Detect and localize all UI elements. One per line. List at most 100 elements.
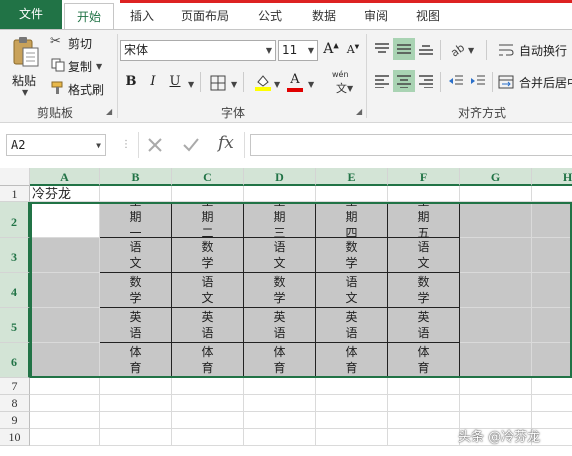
- column-header-e[interactable]: E: [316, 168, 388, 186]
- column-header-d[interactable]: D: [244, 168, 316, 186]
- table-cell[interactable]: 体育: [100, 343, 172, 378]
- grid-cell[interactable]: [460, 378, 532, 395]
- column-header-f[interactable]: F: [388, 168, 460, 186]
- grid-cell[interactable]: [30, 429, 100, 446]
- grid-cell[interactable]: [244, 412, 316, 429]
- grid-cell[interactable]: 冷芬龙: [30, 186, 100, 202]
- grid-cell[interactable]: [532, 378, 572, 395]
- grid-cell[interactable]: [532, 273, 572, 308]
- fill-color-dropdown-icon[interactable]: ▼: [274, 80, 280, 89]
- table-cell[interactable]: 英语: [244, 308, 316, 343]
- grid-cell[interactable]: [244, 395, 316, 412]
- grid-cell[interactable]: [316, 429, 388, 446]
- table-cell[interactable]: 体育: [244, 343, 316, 378]
- row-header-7[interactable]: 7: [0, 378, 30, 395]
- row-header-3[interactable]: 3: [0, 238, 30, 273]
- font-name-select[interactable]: 宋体 ▼: [120, 40, 276, 61]
- grid-cell[interactable]: [316, 395, 388, 412]
- grid-cell[interactable]: [30, 238, 100, 273]
- align-top-icon[interactable]: [374, 42, 390, 56]
- paste-dropdown-icon[interactable]: ▼: [22, 88, 28, 97]
- tab-formulas[interactable]: 公式: [252, 3, 288, 29]
- grid-cell[interactable]: [30, 395, 100, 412]
- grid-cell[interactable]: [316, 186, 388, 202]
- grid-cell[interactable]: [532, 202, 572, 238]
- grid-cell[interactable]: [532, 343, 572, 378]
- tab-file[interactable]: 文件: [0, 0, 62, 29]
- font-color-button[interactable]: A: [286, 72, 306, 92]
- table-cell[interactable]: 体育: [388, 343, 460, 378]
- font-size-select[interactable]: 11 ▼: [278, 40, 318, 61]
- column-header-g[interactable]: G: [460, 168, 532, 186]
- wrap-text-button[interactable]: 自动换行: [498, 40, 572, 60]
- row-header-9[interactable]: 9: [0, 412, 30, 429]
- orientation-icon[interactable]: ab: [448, 40, 466, 58]
- row-header-8[interactable]: 8: [0, 395, 30, 412]
- column-header-b[interactable]: B: [100, 168, 172, 186]
- grid-cell[interactable]: [532, 238, 572, 273]
- table-cell[interactable]: 数学: [244, 273, 316, 308]
- grid-cell[interactable]: [172, 412, 244, 429]
- grid-cell[interactable]: [244, 378, 316, 395]
- row-header-10[interactable]: 10: [0, 429, 30, 446]
- grid-cell[interactable]: [460, 343, 532, 378]
- decrease-indent-icon[interactable]: [448, 74, 464, 88]
- fill-color-icon[interactable]: [254, 73, 272, 91]
- grid-cell[interactable]: [316, 412, 388, 429]
- grid-cell[interactable]: [172, 378, 244, 395]
- grid-cell[interactable]: [244, 186, 316, 202]
- grid-cell[interactable]: [30, 202, 100, 238]
- worksheet-grid[interactable]: ABCDEFGH12345678910冷芬龙星期一星期二星期三星期四星期五语文数…: [0, 168, 572, 456]
- table-cell[interactable]: 星期一: [100, 202, 172, 238]
- copy-dropdown-icon[interactable]: ▼: [96, 62, 102, 71]
- table-cell[interactable]: 英语: [316, 308, 388, 343]
- format-painter-button[interactable]: 格式刷: [50, 80, 110, 98]
- grid-cell[interactable]: [172, 186, 244, 202]
- grid-cell[interactable]: [30, 273, 100, 308]
- enter-check-icon[interactable]: [182, 137, 200, 153]
- align-center-button[interactable]: [393, 70, 415, 92]
- copy-button[interactable]: 复制 ▼: [50, 57, 110, 75]
- name-box[interactable]: A2 ▼: [6, 134, 106, 156]
- table-cell[interactable]: 数学: [172, 238, 244, 273]
- borders-icon[interactable]: [210, 75, 226, 91]
- tab-home[interactable]: 开始: [64, 3, 114, 31]
- row-header-4[interactable]: 4: [0, 273, 30, 308]
- table-cell[interactable]: 英语: [388, 308, 460, 343]
- borders-dropdown-icon[interactable]: ▼: [231, 80, 237, 89]
- table-cell[interactable]: 体育: [316, 343, 388, 378]
- font-color-dropdown-icon[interactable]: ▼: [308, 80, 314, 89]
- grid-cell[interactable]: [388, 378, 460, 395]
- grid-cell[interactable]: [388, 429, 460, 446]
- grid-cell[interactable]: [244, 429, 316, 446]
- grid-cell[interactable]: [30, 412, 100, 429]
- table-cell[interactable]: 英语: [172, 308, 244, 343]
- grow-font-button[interactable]: A▲: [322, 41, 340, 57]
- grid-cell[interactable]: [460, 202, 532, 238]
- row-header-2[interactable]: 2: [0, 202, 30, 238]
- table-cell[interactable]: 数学: [100, 273, 172, 308]
- table-cell[interactable]: 星期四: [316, 202, 388, 238]
- grid-cell[interactable]: [30, 343, 100, 378]
- grid-cell[interactable]: [172, 429, 244, 446]
- grid-cell[interactable]: [532, 395, 572, 412]
- grid-cell[interactable]: [100, 395, 172, 412]
- orientation-dropdown-icon[interactable]: ▼: [468, 46, 474, 55]
- cut-button[interactable]: ✂ 剪切: [50, 34, 110, 52]
- row-header-6[interactable]: 6: [0, 343, 30, 378]
- table-cell[interactable]: 体育: [172, 343, 244, 378]
- grid-cell[interactable]: [100, 429, 172, 446]
- cancel-icon[interactable]: [147, 137, 163, 153]
- increase-indent-icon[interactable]: [470, 74, 486, 88]
- grid-cell[interactable]: [532, 186, 572, 202]
- formula-input[interactable]: [250, 134, 572, 156]
- table-cell[interactable]: 语文: [172, 273, 244, 308]
- select-all-corner[interactable]: [0, 168, 30, 186]
- grid-cell[interactable]: [30, 378, 100, 395]
- tab-insert[interactable]: 插入: [124, 3, 160, 29]
- table-cell[interactable]: 星期三: [244, 202, 316, 238]
- grid-cell[interactable]: [460, 186, 532, 202]
- grid-cell[interactable]: [100, 186, 172, 202]
- row-header-1[interactable]: 1: [0, 186, 30, 202]
- table-cell[interactable]: 语文: [316, 273, 388, 308]
